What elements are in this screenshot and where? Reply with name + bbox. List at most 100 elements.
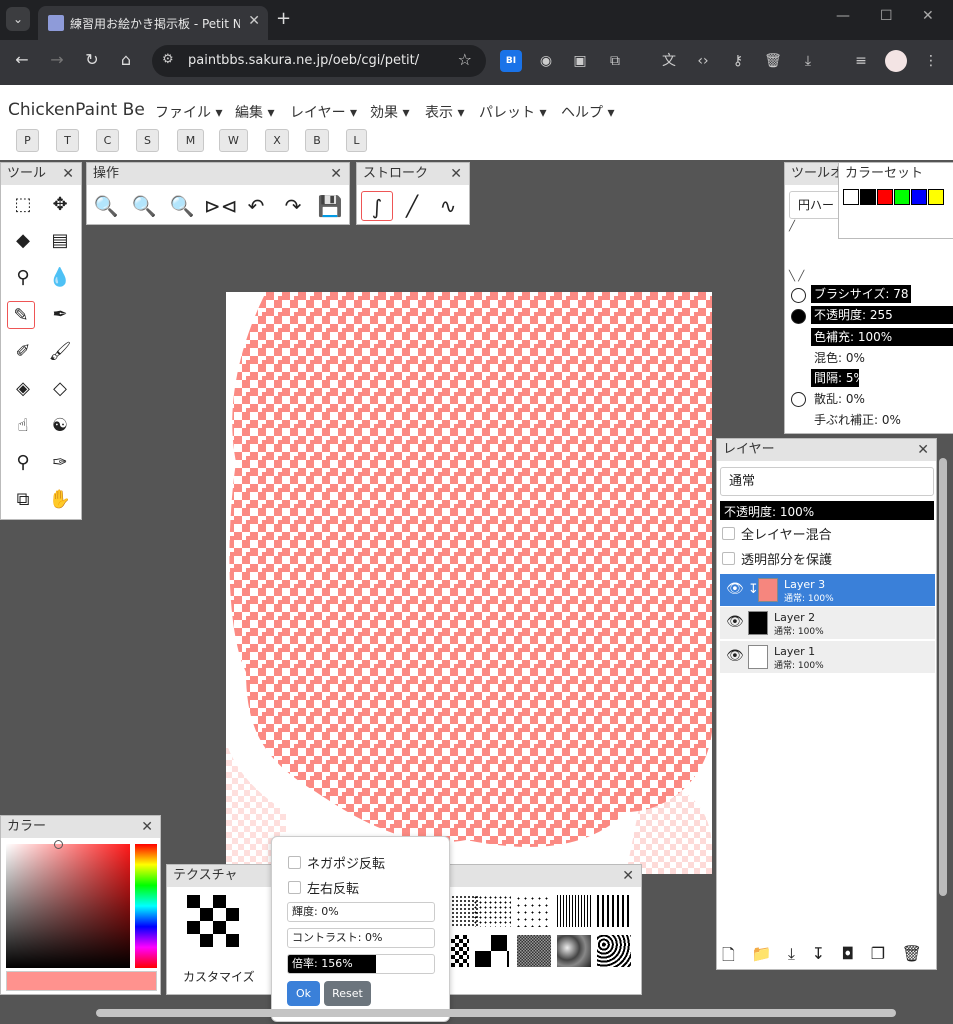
mode-button-p[interactable]: P <box>16 129 39 152</box>
hue-slider[interactable] <box>135 844 157 968</box>
eraser-icon[interactable]: ◈ <box>9 375 37 403</box>
duplicate-layer-icon[interactable]: ❐ <box>871 944 885 971</box>
swatch-yellow[interactable] <box>928 189 944 205</box>
browser-tab[interactable]: 練習用お絵かき掲示板 - Petit No ✕ <box>38 6 268 40</box>
maximize-button[interactable]: ☐ <box>880 8 893 24</box>
back-icon[interactable]: ← <box>10 50 34 69</box>
close-icon[interactable]: ✕ <box>330 163 342 185</box>
eye-icon[interactable]: 👁 <box>726 648 744 664</box>
layer-blend-mode-select[interactable]: 通常 <box>720 467 934 496</box>
new-tab-button[interactable]: + <box>276 8 291 29</box>
watercolor-brush-icon[interactable]: 🖌 <box>46 338 74 366</box>
swatch-blue[interactable] <box>911 189 927 205</box>
transform-icon[interactable]: ⧉ <box>9 486 37 514</box>
layer-mask-icon[interactable]: ◘ <box>842 944 855 971</box>
invert-checkbox[interactable] <box>288 856 301 869</box>
new-folder-icon[interactable]: 📁 <box>751 944 771 971</box>
soft-eraser-icon[interactable]: ◇ <box>46 375 74 403</box>
mode-button-l[interactable]: L <box>346 129 367 152</box>
menu-edit[interactable]: 編集 ▾ <box>235 102 274 122</box>
drawing-canvas[interactable] <box>226 292 712 874</box>
texture-organic[interactable] <box>597 935 631 967</box>
swatch-white[interactable] <box>843 189 859 205</box>
zoom-tool-icon[interactable]: ⚲ <box>9 449 37 477</box>
mode-button-b[interactable]: B <box>305 129 329 152</box>
zoom-out-icon[interactable]: 🔍 <box>129 191 159 221</box>
picker-cursor[interactable] <box>54 840 63 849</box>
dodge-burn-icon[interactable]: ☯ <box>46 412 74 440</box>
extensions-puzzle-icon[interactable]: ⧉ <box>604 50 626 72</box>
pen-icon[interactable]: ✒ <box>46 301 74 329</box>
mode-button-c[interactable]: C <box>96 129 119 152</box>
devtools-code-icon[interactable]: ‹› <box>692 50 714 72</box>
texture-dots-sparse[interactable] <box>473 895 511 927</box>
scale-slider[interactable]: 倍率: 156% <box>287 954 435 974</box>
blur-drop-icon[interactable]: 💧 <box>46 264 74 292</box>
site-info-icon[interactable]: ⚙ <box>162 52 174 67</box>
operations-palette-header[interactable]: 操作 ✕ <box>87 163 349 185</box>
mode-button-x[interactable]: X <box>265 129 289 152</box>
profile-avatar[interactable] <box>885 50 907 72</box>
mirror-checkbox[interactable] <box>288 881 301 894</box>
merge-down-icon[interactable]: ⤓ <box>788 944 795 971</box>
download-icon[interactable]: ⤓ <box>797 50 819 72</box>
extension-mouse-icon[interactable]: ◉ <box>535 50 557 72</box>
opacity-slider[interactable]: 不透明度: 255 <box>811 306 953 324</box>
save-icon[interactable]: 💾 <box>315 191 345 221</box>
menu-layer[interactable]: レイヤー ▾ <box>290 102 357 122</box>
opacity-pressure-radio[interactable] <box>791 309 806 324</box>
close-icon[interactable]: ✕ <box>917 439 929 461</box>
texture-lines-fine[interactable] <box>557 895 591 927</box>
mode-button-m[interactable]: M <box>177 129 204 152</box>
translate-icon[interactable]: 文 <box>658 50 680 72</box>
ok-button[interactable]: Ok <box>287 981 320 1006</box>
scatter-slider[interactable]: 散乱: 0% <box>811 390 865 408</box>
mode-button-t[interactable]: T <box>56 129 79 152</box>
hand-icon[interactable]: ✋ <box>46 486 74 514</box>
reset-button[interactable]: Reset <box>324 981 371 1006</box>
menu-effects[interactable]: 効果 ▾ <box>370 102 409 122</box>
menu-file[interactable]: ファイル ▾ <box>155 102 222 122</box>
password-key-icon[interactable]: ⚷ <box>727 50 749 72</box>
horizontal-scrollbar[interactable] <box>96 1009 896 1017</box>
brightness-slider[interactable]: 輝度: 0% <box>287 902 435 922</box>
flood-fill-icon[interactable]: ◆ <box>9 227 37 255</box>
texture-cloud[interactable] <box>557 935 591 967</box>
eye-icon[interactable]: 👁 <box>726 614 744 630</box>
texture-checker-large[interactable] <box>475 935 509 967</box>
brush-size-slider[interactable]: ブラシサイズ: 78 <box>811 285 911 303</box>
extension-bi-icon[interactable]: BI <box>500 50 522 72</box>
spacing-slider[interactable]: 間隔: 5% <box>811 369 859 387</box>
texture-checker-small[interactable] <box>451 935 469 967</box>
saturation-value-picker[interactable] <box>6 840 130 968</box>
smudge-icon[interactable]: ☝ <box>9 412 37 440</box>
media-queue-icon[interactable]: ≡ <box>850 50 872 72</box>
flip-horizontal-icon[interactable]: ⊳⊲ <box>204 191 238 221</box>
color-set-header[interactable]: カラーセット <box>839 163 953 185</box>
layer-opacity-slider[interactable]: 不透明度: 100% <box>720 501 934 520</box>
window-close-button[interactable]: ✕ <box>922 8 934 24</box>
delete-layer-icon[interactable]: 🗑 <box>902 944 922 971</box>
close-icon[interactable]: ✕ <box>141 816 153 838</box>
address-bar[interactable]: ⚙ paintbbs.sakura.ne.jp/oeb/cgi/petit/ ☆ <box>152 45 486 77</box>
new-layer-icon[interactable]: 🗋 <box>722 944 735 971</box>
eye-icon[interactable]: 👁 <box>726 581 744 597</box>
close-icon[interactable]: ✕ <box>62 163 74 185</box>
tab-search-button[interactable]: ⌄ <box>6 7 30 31</box>
freehand-stroke-icon[interactable]: ∫ <box>361 191 393 221</box>
airbrush-icon[interactable]: ✐ <box>9 338 37 366</box>
customize-label[interactable]: カスタマイズ <box>183 968 255 985</box>
move-icon[interactable]: ✥ <box>46 191 74 219</box>
mode-button-s[interactable]: S <box>136 129 159 152</box>
texture-lines-bold[interactable] <box>597 895 631 927</box>
texture-dots-wide[interactable] <box>515 895 549 927</box>
layer-row[interactable]: 👁 Layer 1 通常: 100% <box>720 641 935 673</box>
swatch-green[interactable] <box>894 189 910 205</box>
layer-row[interactable]: 👁 Layer 2 通常: 100% <box>720 607 935 639</box>
zoom-in-icon[interactable]: 🔍 <box>91 191 121 221</box>
trash-icon[interactable]: 🗑 <box>762 50 784 72</box>
bookmark-star-icon[interactable]: ☆ <box>458 50 472 69</box>
reload-icon[interactable]: ↻ <box>80 50 104 69</box>
size-pressure-radio[interactable] <box>791 288 806 303</box>
minimize-button[interactable]: — <box>836 8 850 24</box>
